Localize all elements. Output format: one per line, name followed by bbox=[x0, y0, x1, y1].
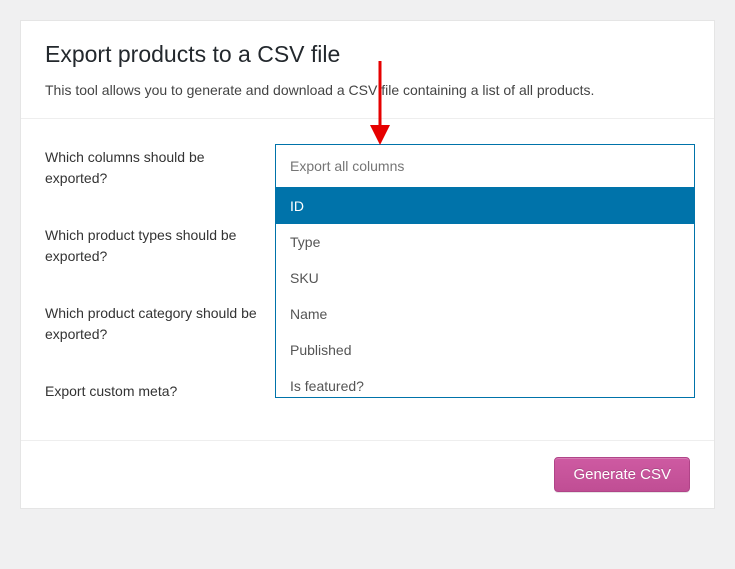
columns-option[interactable]: Name bbox=[276, 296, 694, 332]
page-title: Export products to a CSV file bbox=[45, 41, 690, 68]
columns-options-list: IDTypeSKUNamePublishedIs featured? bbox=[276, 187, 694, 397]
generate-csv-button[interactable]: Generate CSV bbox=[554, 457, 690, 492]
page-description: This tool allows you to generate and dow… bbox=[45, 82, 690, 98]
card-footer: Generate CSV bbox=[21, 440, 714, 508]
label-columns: Which columns should be exported? bbox=[45, 147, 275, 189]
export-card: Export products to a CSV file This tool … bbox=[20, 20, 715, 509]
label-category: Which product category should be exporte… bbox=[45, 303, 275, 345]
columns-option[interactable]: Is featured? bbox=[276, 368, 694, 397]
columns-select-search[interactable] bbox=[276, 145, 694, 187]
label-meta: Export custom meta? bbox=[45, 381, 275, 402]
label-types: Which product types should be exported? bbox=[45, 225, 275, 267]
columns-select-dropdown[interactable]: IDTypeSKUNamePublishedIs featured? bbox=[275, 144, 695, 398]
columns-option[interactable]: ID bbox=[276, 188, 694, 224]
form-body: IDTypeSKUNamePublishedIs featured? Which… bbox=[21, 119, 714, 440]
columns-option[interactable]: Type bbox=[276, 224, 694, 260]
card-header: Export products to a CSV file This tool … bbox=[21, 21, 714, 119]
columns-option[interactable]: Published bbox=[276, 332, 694, 368]
columns-option[interactable]: SKU bbox=[276, 260, 694, 296]
